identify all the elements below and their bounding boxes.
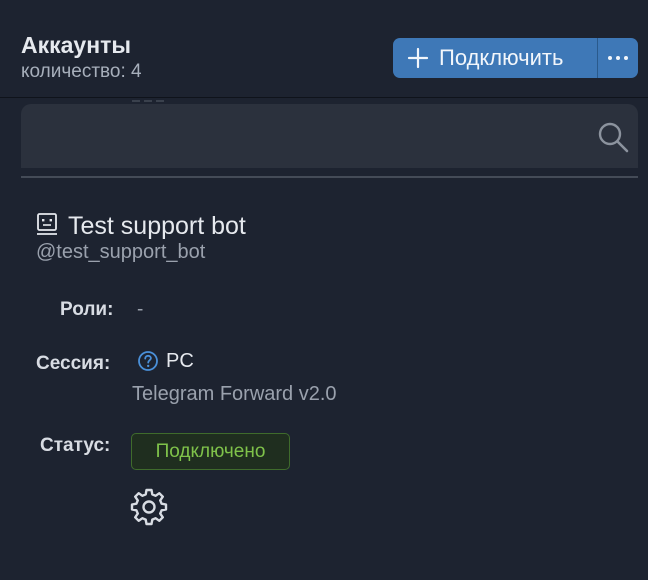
more-options-button[interactable] (598, 38, 638, 78)
account-name: Test support bot (68, 212, 246, 240)
session-device: PC (166, 350, 194, 372)
connect-button-label: Подключить (439, 45, 564, 70)
roles-value: - (137, 299, 144, 320)
search-icon[interactable] (596, 120, 630, 154)
connect-button[interactable]: Подключить (393, 38, 597, 78)
more-horizontal-icon (608, 56, 628, 60)
connect-button-group: Подключить (393, 38, 638, 78)
account-count: количество: 4 (21, 61, 142, 82)
search-divider (21, 176, 638, 178)
account-settings-button[interactable] (130, 488, 168, 526)
gear-icon (130, 488, 168, 526)
accounts-panel: Аккаунты количество: 4 Подключить Test s… (0, 0, 648, 580)
help-circle-icon[interactable] (137, 350, 159, 372)
bot-icon (37, 213, 57, 235)
roles-label: Роли: (60, 299, 114, 320)
page-title: Аккаунты (21, 32, 132, 58)
session-app: Telegram Forward v2.0 (132, 383, 337, 405)
search-input[interactable] (35, 104, 585, 168)
status-badge: Подключено (131, 433, 290, 470)
search-bar (21, 104, 638, 168)
plus-icon (407, 47, 429, 69)
scroll-hint-dots (132, 100, 164, 102)
account-handle: @test_support_bot (36, 241, 206, 263)
session-label: Сессия: (36, 353, 111, 374)
panel-header: Аккаунты количество: 4 Подключить (0, 0, 648, 98)
status-label: Статус: (40, 435, 111, 456)
